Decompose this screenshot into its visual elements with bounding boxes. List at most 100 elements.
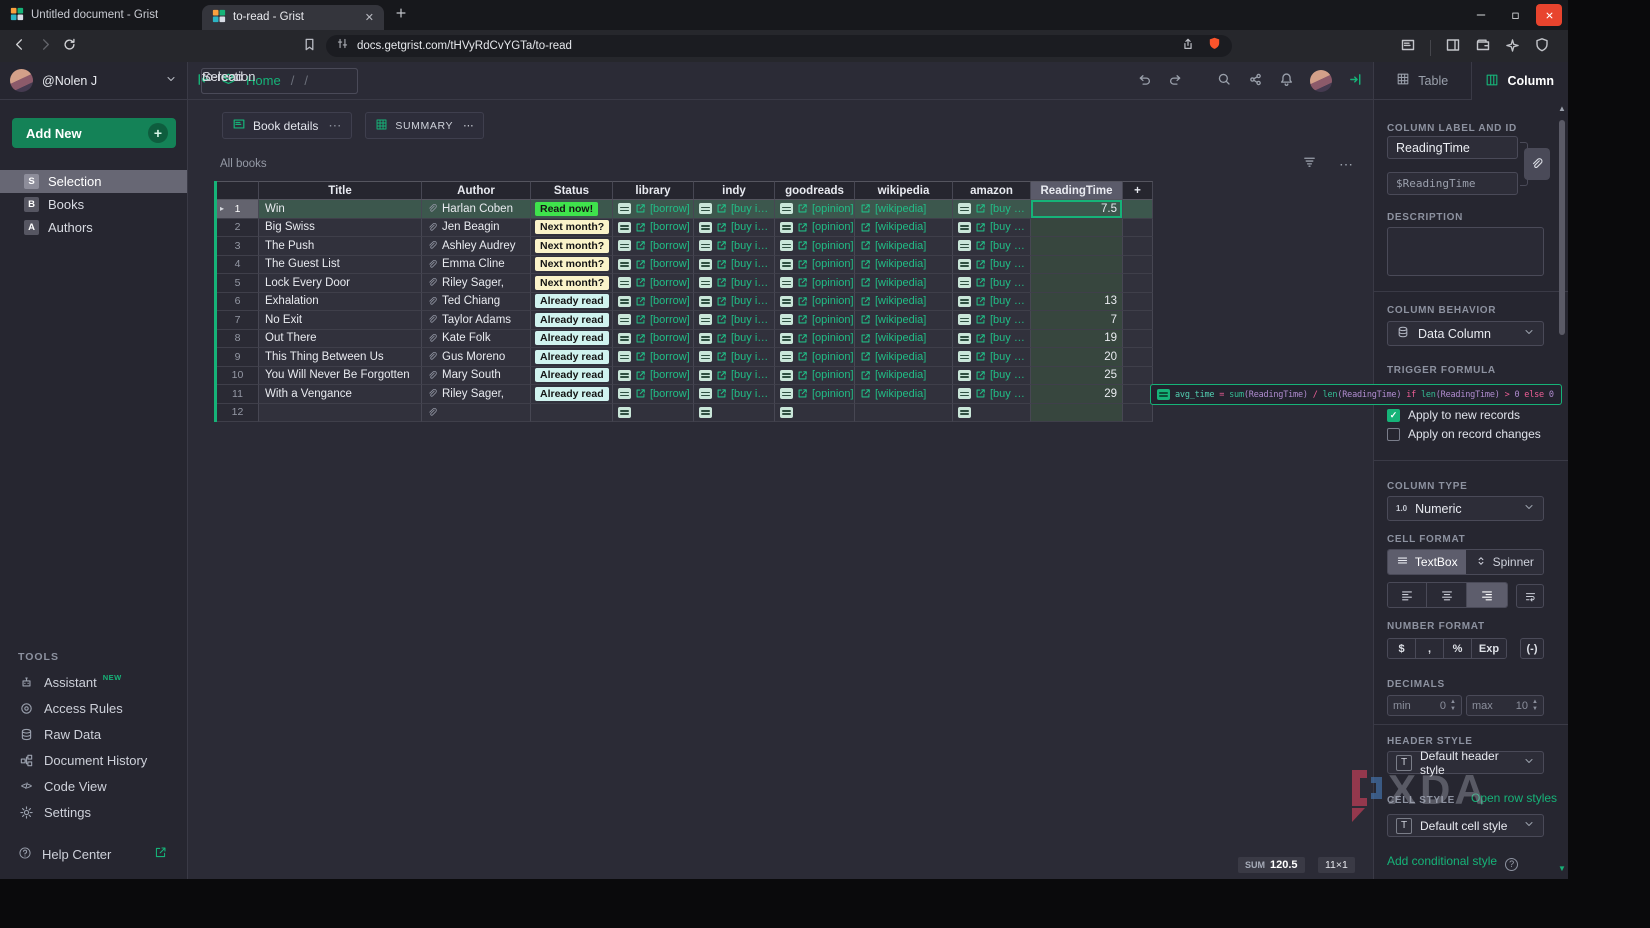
external-link-icon[interactable]	[975, 296, 986, 307]
external-link-icon[interactable]	[797, 203, 808, 214]
add-conditional-style-link[interactable]: Add conditional style?	[1387, 854, 1518, 871]
cell-title[interactable]: You Will Never Be Forgotten	[259, 367, 422, 386]
cell-indy[interactable]: [buy in…	[694, 311, 775, 330]
cell-library[interactable]: [borrow]	[613, 330, 694, 349]
column-header-Author[interactable]: Author	[422, 181, 531, 200]
cell-status[interactable]: Next month?	[531, 256, 613, 275]
cell-indy[interactable]: [buy in…	[694, 219, 775, 238]
cell-amazon[interactable]: [buy a…	[953, 367, 1031, 386]
external-link-icon[interactable]	[975, 259, 986, 270]
cell-wikipedia[interactable]: [wikipedia]	[855, 348, 953, 367]
cell-wikipedia[interactable]: [wikipedia]	[855, 256, 953, 275]
cell-readingtime[interactable]: 7.5	[1031, 200, 1123, 219]
cell-indy[interactable]: [buy in…	[694, 330, 775, 349]
record-card-icon[interactable]	[618, 203, 631, 214]
external-link-icon[interactable]	[860, 351, 871, 362]
row-number[interactable]: 2	[217, 219, 259, 238]
wallet-icon[interactable]	[1475, 37, 1491, 58]
add-column-header[interactable]: +	[1123, 181, 1153, 200]
cell-title[interactable]: Out There	[259, 330, 422, 349]
row-number[interactable]: 8	[217, 330, 259, 349]
cell-indy[interactable]: [buy in…	[694, 385, 775, 404]
cell-status[interactable]: Already read	[531, 385, 613, 404]
cell-author[interactable]: Emma Cline	[422, 256, 531, 275]
external-link-icon[interactable]	[635, 388, 646, 399]
tool-item-code-view[interactable]: </>Code View	[0, 773, 187, 799]
column-label-input[interactable]: ReadingTime	[1387, 136, 1518, 159]
new-tab-button[interactable]	[394, 6, 408, 25]
tool-item-access-rules[interactable]: Access Rules	[0, 695, 187, 721]
cell-title[interactable]: Big Swiss	[259, 219, 422, 238]
cell-title[interactable]	[259, 404, 422, 423]
cell-title[interactable]: With a Vengance	[259, 385, 422, 404]
maximize-icon[interactable]	[1502, 4, 1528, 26]
cell-goodreads[interactable]: [opinion]	[775, 367, 855, 386]
cell-author[interactable]: Mary South	[422, 367, 531, 386]
external-link-icon[interactable]	[975, 370, 986, 381]
cell-author[interactable]: Jen Beagin	[422, 219, 531, 238]
close-icon[interactable]	[1536, 4, 1562, 26]
help-center-item[interactable]: Help Center	[0, 841, 187, 867]
cell-indy[interactable]: [buy in…	[694, 200, 775, 219]
cell-amazon[interactable]: [buy a…	[953, 293, 1031, 312]
cell-readingtime[interactable]	[1031, 404, 1123, 423]
row-number[interactable]: 9	[217, 348, 259, 367]
record-card-icon[interactable]	[699, 351, 712, 362]
brave-shield-icon[interactable]	[1207, 36, 1222, 56]
cell-amazon[interactable]: [buy a…	[953, 274, 1031, 293]
tool-item-assistant[interactable]: AssistantNEW	[0, 669, 187, 695]
wrap-text-button[interactable]	[1516, 584, 1544, 608]
cell-wikipedia[interactable]: [wikipedia]	[855, 385, 953, 404]
record-card-icon[interactable]	[618, 333, 631, 344]
record-card-icon[interactable]	[618, 240, 631, 251]
cell-readingtime[interactable]: 20	[1031, 348, 1123, 367]
record-card-icon[interactable]	[618, 277, 631, 288]
section-menu-dots[interactable]: ⋯	[1339, 156, 1354, 173]
record-card-icon[interactable]	[699, 333, 712, 344]
cell-readingtime[interactable]	[1031, 237, 1123, 256]
external-link-icon[interactable]	[860, 314, 871, 325]
undo-icon[interactable]	[1137, 72, 1152, 90]
external-link-icon[interactable]	[797, 222, 808, 233]
external-link-icon[interactable]	[716, 203, 727, 214]
account-menu[interactable]: @Nolen J	[0, 62, 187, 100]
sort-filter-icon[interactable]	[1302, 154, 1317, 174]
cell-title[interactable]: Exhalation	[259, 293, 422, 312]
external-link-icon[interactable]	[860, 370, 871, 381]
scroll-up-icon[interactable]: ▲	[1558, 104, 1566, 113]
external-link-icon[interactable]	[716, 314, 727, 325]
cell-goodreads[interactable]: [opinion]	[775, 293, 855, 312]
cell-amazon[interactable]: [buy a…	[953, 385, 1031, 404]
external-link-icon[interactable]	[797, 370, 808, 381]
sidebar-page-authors[interactable]: AAuthors	[0, 216, 187, 239]
share-icon[interactable]	[1181, 37, 1195, 56]
record-card-icon[interactable]	[780, 203, 793, 214]
cell-library[interactable]: [borrow]	[613, 219, 694, 238]
external-link-icon[interactable]	[975, 333, 986, 344]
cell-library[interactable]: [borrow]	[613, 274, 694, 293]
cell-readingtime[interactable]: 13	[1031, 293, 1123, 312]
external-link-icon[interactable]	[797, 240, 808, 251]
row-number[interactable]: 6	[217, 293, 259, 312]
record-card-icon[interactable]	[780, 314, 793, 325]
tab-close-icon[interactable]: ✕	[365, 11, 374, 24]
cell-amazon[interactable]: [buy a…	[953, 311, 1031, 330]
record-card-icon[interactable]	[958, 370, 971, 381]
external-link-icon[interactable]	[716, 333, 727, 344]
record-card-icon[interactable]	[780, 240, 793, 251]
external-link-icon[interactable]	[860, 388, 871, 399]
cell-wikipedia[interactable]: [wikipedia]	[855, 367, 953, 386]
cell-indy[interactable]: [buy in…	[694, 293, 775, 312]
cell-title[interactable]: Lock Every Door	[259, 274, 422, 293]
cell-indy[interactable]: [buy in…	[694, 367, 775, 386]
cell-status[interactable]	[531, 404, 613, 423]
vpn-shield-icon[interactable]	[1534, 37, 1550, 58]
search-icon[interactable]	[1217, 72, 1232, 90]
record-card-icon[interactable]	[780, 277, 793, 288]
cell-wikipedia[interactable]: [wikipedia]	[855, 200, 953, 219]
cell-status[interactable]: Already read	[531, 367, 613, 386]
number-format-[interactable]: $	[1388, 639, 1416, 658]
external-link-icon[interactable]	[716, 351, 727, 362]
apply-new-records-checkbox[interactable]: ✓ Apply to new records	[1387, 408, 1520, 422]
tab-table[interactable]: Table	[1374, 62, 1471, 100]
